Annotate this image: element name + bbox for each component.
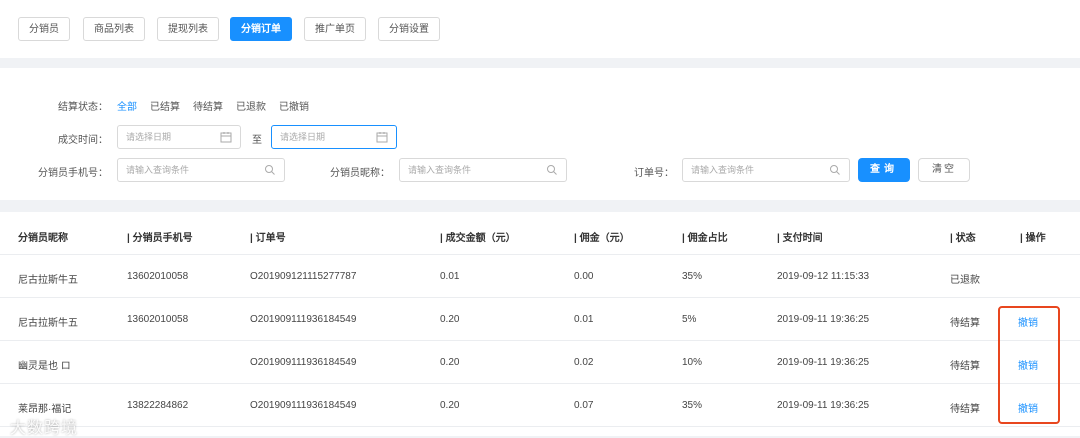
row-divider xyxy=(0,297,1080,298)
tab-withdraw-list[interactable]: 提现列表 xyxy=(157,17,219,41)
cell-ratio: 5% xyxy=(682,314,697,325)
clear-button[interactable]: 清空 xyxy=(918,158,970,182)
cell-status: 待结算 xyxy=(950,361,980,372)
row-divider xyxy=(0,254,1080,255)
cell-amount: 0.20 xyxy=(440,357,460,368)
cell-ratio: 35% xyxy=(682,400,703,411)
row-divider xyxy=(0,383,1080,384)
cell-ratio: 10% xyxy=(682,357,703,368)
status-option-all[interactable]: 全部 xyxy=(117,98,137,113)
status-label: 结算状态： xyxy=(58,102,108,113)
status-option-pending[interactable]: 待结算 xyxy=(193,98,223,113)
cell-amount: 0.20 xyxy=(440,314,460,325)
cell-ratio: 35% xyxy=(682,271,703,282)
status-option-refunded[interactable]: 已退款 xyxy=(236,98,266,113)
cell-commission: 0.01 xyxy=(574,314,594,325)
cell-pay-time: 2019-09-11 19:36:25 xyxy=(777,400,870,411)
order-label: 订单号： xyxy=(634,168,674,179)
query-button[interactable]: 查询 xyxy=(858,158,910,182)
col-header-status: | 状态 xyxy=(950,233,976,244)
cell-pay-time: 2019-09-12 11:15:33 xyxy=(777,271,870,282)
range-separator: 至 xyxy=(252,135,262,146)
tab-distribution-orders[interactable]: 分销订单 xyxy=(230,17,292,41)
tab-distribution-settings[interactable]: 分销设置 xyxy=(378,17,440,41)
calendar-icon xyxy=(376,132,388,143)
col-header-nickname: 分销员昵称 xyxy=(18,233,68,244)
cell-amount: 0.01 xyxy=(440,271,460,282)
end-date-field[interactable] xyxy=(272,126,378,148)
phone-field[interactable] xyxy=(118,159,266,181)
col-header-commission-ratio: | 佣金占比 xyxy=(682,233,728,244)
search-icon xyxy=(547,165,557,175)
cell-commission: 0.07 xyxy=(574,400,594,411)
cell-order: O201909111936184549 xyxy=(250,400,357,411)
cell-nickname: 莱昂那·福记 xyxy=(18,404,72,415)
nickname-label: 分销员昵称： xyxy=(330,168,390,179)
cell-status: 待结算 xyxy=(950,318,980,329)
cell-phone: 13602010058 xyxy=(127,271,189,282)
cell-phone: 13602010058 xyxy=(127,314,189,325)
cell-nickname: 尼古拉斯牛五 xyxy=(18,275,78,286)
row-divider xyxy=(0,340,1080,341)
calendar-icon xyxy=(220,132,232,143)
status-option-revoked[interactable]: 已撤销 xyxy=(279,98,309,113)
start-date-field[interactable] xyxy=(118,126,222,148)
cell-order: O201909111936184549 xyxy=(250,357,357,368)
tab-promo-page[interactable]: 推广单页 xyxy=(304,17,366,41)
watermark: 大数跨境 xyxy=(10,420,79,437)
end-date-input[interactable] xyxy=(271,125,397,149)
order-field[interactable] xyxy=(683,159,831,181)
phone-input[interactable] xyxy=(117,158,285,182)
tab-distributor[interactable]: 分销员 xyxy=(18,17,70,41)
col-header-pay-time: | 支付时间 xyxy=(777,233,823,244)
status-option-settled[interactable]: 已结算 xyxy=(150,98,180,113)
cell-commission: 0.00 xyxy=(574,271,594,282)
orders-table: 分销员昵称 | 分销员手机号 | 订单号 | 成交金额（元） | 佣金（元） |… xyxy=(0,212,1080,436)
cell-pay-time: 2019-09-11 19:36:25 xyxy=(777,357,870,368)
cell-commission: 0.02 xyxy=(574,357,594,368)
search-icon xyxy=(265,165,275,175)
tab-bar: 分销员 商品列表 提现列表 分销订单 推广单页 分销设置 xyxy=(0,0,1080,58)
nickname-field[interactable] xyxy=(400,159,548,181)
cell-status: 待结算 xyxy=(950,404,980,415)
cell-order: O201909121115277787 xyxy=(250,271,357,282)
cell-order: O201909111936184549 xyxy=(250,314,357,325)
phone-label: 分销员手机号： xyxy=(38,168,108,179)
order-input[interactable] xyxy=(682,158,850,182)
highlight-box xyxy=(998,306,1060,424)
col-header-amount: | 成交金额（元） xyxy=(440,233,516,244)
start-date-input[interactable] xyxy=(117,125,241,149)
time-label: 成交时间： xyxy=(58,135,108,146)
col-header-order: | 订单号 xyxy=(250,233,286,244)
row-divider xyxy=(0,426,1080,427)
col-header-phone: | 分销员手机号 xyxy=(127,233,193,244)
col-header-action: | 操作 xyxy=(1020,233,1046,244)
col-header-commission: | 佣金（元） xyxy=(574,233,630,244)
cell-phone: 13822284862 xyxy=(127,400,189,411)
cell-status: 已退款 xyxy=(950,275,980,286)
tab-product-list[interactable]: 商品列表 xyxy=(83,17,145,41)
cell-nickname: 幽灵是也 ロ xyxy=(18,361,71,372)
nickname-input[interactable] xyxy=(399,158,567,182)
search-icon xyxy=(830,165,840,175)
cell-pay-time: 2019-09-11 19:36:25 xyxy=(777,314,870,325)
cell-nickname: 尼古拉斯牛五 xyxy=(18,318,78,329)
cell-amount: 0.20 xyxy=(440,400,460,411)
